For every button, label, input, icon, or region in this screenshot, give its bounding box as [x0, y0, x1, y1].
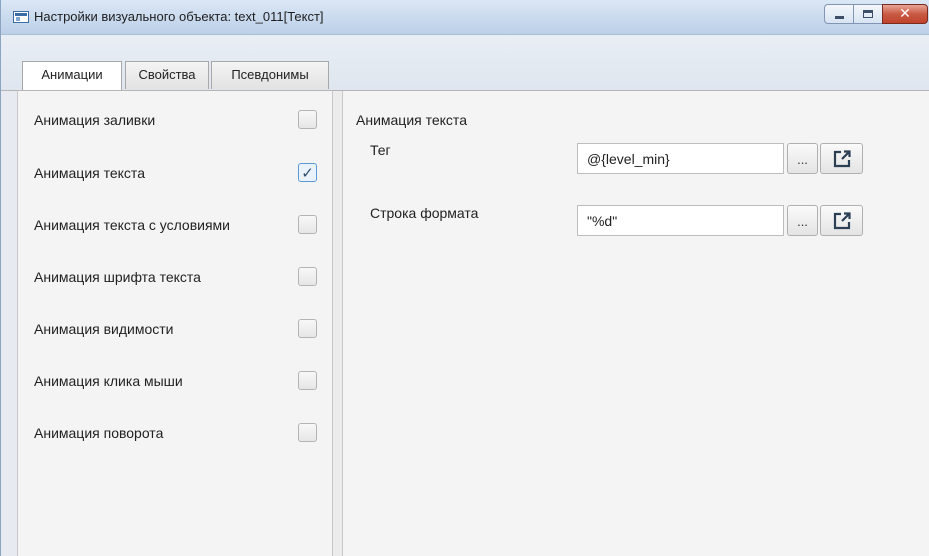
- animation-item-visibility[interactable]: Анимация видимости: [18, 317, 333, 341]
- external-link-icon: [833, 150, 851, 168]
- tab-properties[interactable]: Свойства: [125, 61, 209, 89]
- animation-text-conditional-checkbox[interactable]: [298, 215, 317, 234]
- section-title: Анимация текста: [356, 112, 467, 128]
- animation-mouse-click-checkbox[interactable]: [298, 371, 317, 390]
- tab-aliases[interactable]: Псевдонимы: [211, 61, 329, 89]
- close-icon: ✕: [899, 6, 911, 22]
- minimize-button[interactable]: [824, 4, 854, 24]
- animation-item-label: Анимация клика мыши: [34, 373, 183, 389]
- left-edge-strip: [1, 91, 18, 556]
- close-button[interactable]: ✕: [882, 4, 928, 24]
- animation-item-text[interactable]: Анимация текста ✓: [18, 161, 333, 185]
- tag-label: Тег: [370, 142, 391, 158]
- animation-item-fill[interactable]: Анимация заливки: [18, 108, 333, 132]
- settings-window: Настройки визуального объекта: text_011[…: [0, 0, 929, 556]
- animation-item-label: Анимация поворота: [34, 425, 164, 441]
- animation-item-text-conditional[interactable]: Анимация текста с условиями: [18, 213, 333, 237]
- window-controls: ✕: [824, 4, 928, 24]
- format-string-browse-button[interactable]: ...: [787, 205, 818, 236]
- tab-bar: Анимации Свойства Псевдонимы: [1, 35, 929, 91]
- app-window-icon: [13, 11, 29, 23]
- window-title: Настройки визуального объекта: text_011[…: [34, 9, 324, 24]
- animation-text-checkbox[interactable]: ✓: [298, 163, 317, 182]
- title-bar[interactable]: Настройки визуального объекта: text_011[…: [1, 0, 929, 35]
- animation-item-label: Анимация видимости: [34, 321, 174, 337]
- format-string-input[interactable]: [577, 205, 784, 236]
- animation-item-rotation[interactable]: Анимация поворота: [18, 421, 333, 445]
- tab-animations[interactable]: Анимации: [22, 61, 122, 90]
- tag-browse-button[interactable]: ...: [787, 143, 818, 174]
- panel-splitter[interactable]: [333, 91, 343, 556]
- tag-input[interactable]: [577, 143, 784, 174]
- format-string-label: Строка формата: [370, 205, 479, 221]
- animation-item-label: Анимация текста: [34, 165, 145, 181]
- minimize-icon: [835, 16, 844, 19]
- tag-open-button[interactable]: [820, 143, 863, 174]
- checkmark-icon: ✓: [301, 164, 314, 182]
- animation-list: Анимация заливки Анимация текста ✓ Анима…: [18, 91, 333, 556]
- animation-item-font[interactable]: Анимация шрифта текста: [18, 265, 333, 289]
- animation-fill-checkbox[interactable]: [298, 110, 317, 129]
- animation-item-label: Анимация заливки: [34, 112, 156, 128]
- animation-rotation-checkbox[interactable]: [298, 423, 317, 442]
- maximize-icon: [863, 10, 873, 18]
- animation-font-checkbox[interactable]: [298, 267, 317, 286]
- external-link-icon: [833, 212, 851, 230]
- animation-item-mouse-click[interactable]: Анимация клика мыши: [18, 369, 333, 393]
- maximize-button[interactable]: [853, 4, 883, 24]
- animation-item-label: Анимация шрифта текста: [34, 269, 201, 285]
- animation-detail-panel: Анимация текста Тег ... Строка формата .…: [343, 91, 929, 556]
- format-string-open-button[interactable]: [820, 205, 863, 236]
- animation-item-label: Анимация текста с условиями: [34, 217, 230, 233]
- animation-visibility-checkbox[interactable]: [298, 319, 317, 338]
